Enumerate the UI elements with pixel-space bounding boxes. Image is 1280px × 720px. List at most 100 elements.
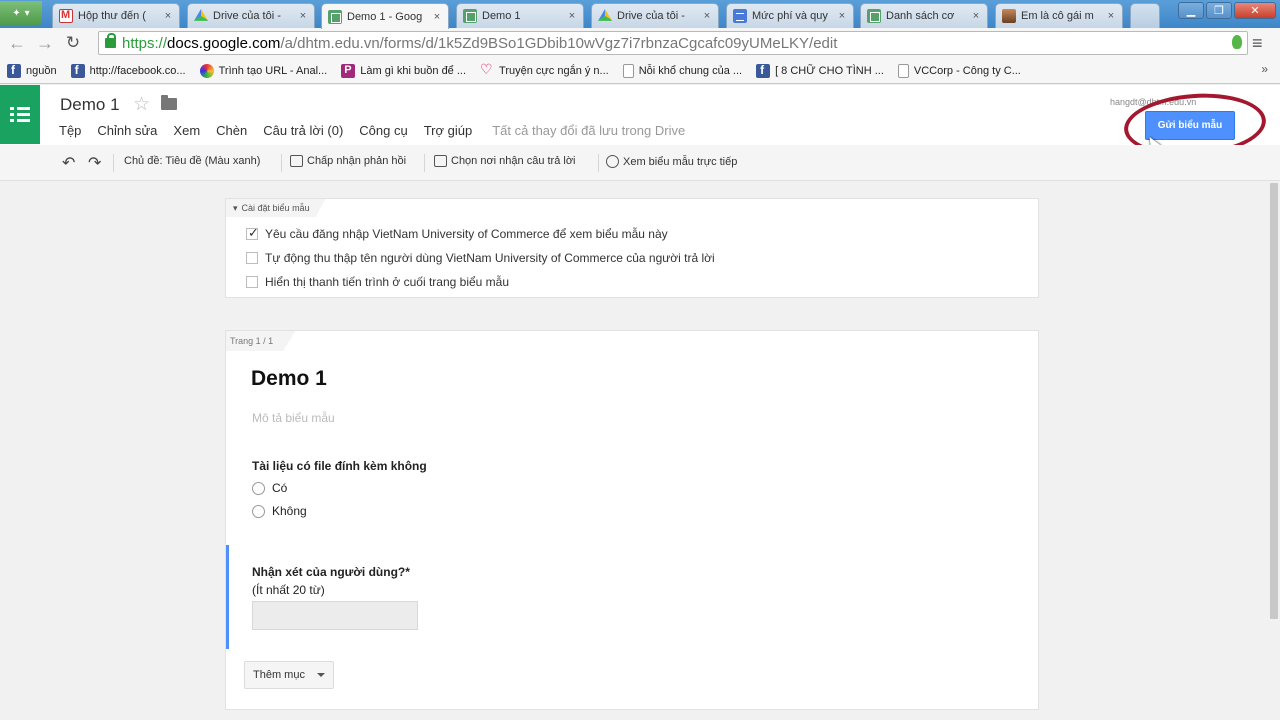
tab-title: Drive của tôi - <box>213 10 281 22</box>
tab-close-icon[interactable]: × <box>702 10 712 22</box>
document-title[interactable]: Demo 1 <box>60 95 120 115</box>
back-arrow-icon[interactable]: ← <box>3 29 31 57</box>
bookmarks-overflow-icon[interactable]: » <box>1261 62 1268 76</box>
bookmark-item[interactable]: VCCorp - Công ty C... <box>897 63 1021 78</box>
send-form-button[interactable]: Gửi biểu mẫu <box>1145 111 1235 140</box>
tab-close-icon[interactable]: × <box>837 10 847 22</box>
window-controls: ▁ ❐ ✕ <box>1178 2 1276 19</box>
menu-edit[interactable]: Chỉnh sửa <box>97 123 157 138</box>
facebook-icon <box>70 63 85 78</box>
form-title[interactable]: Demo 1 <box>251 367 327 391</box>
bookmark-item[interactable]: http://facebook.co... <box>70 63 186 78</box>
tab-demo[interactable]: Demo 1 × <box>456 3 584 28</box>
page-icon <box>897 63 909 78</box>
setting-require-login[interactable]: Yêu cầu đăng nhập VietNam University of … <box>246 225 668 241</box>
view-live-label: Xem biểu mẫu trực tiếp <box>623 155 738 168</box>
theme-button[interactable]: Chủ đề: Tiêu đề (Màu xanh) <box>124 155 260 167</box>
setting-label: Tự động thu thập tên người dùng VietNam … <box>265 251 715 265</box>
url-host: docs.google.com <box>167 34 281 52</box>
tab-close-icon[interactable]: × <box>567 10 577 22</box>
radio-option-yes[interactable]: Có <box>252 481 287 495</box>
tab-gmail[interactable]: Hộp thư đến ( × <box>52 3 180 28</box>
photo-icon <box>1002 9 1016 23</box>
bookmark-item[interactable]: Nỗi khổ chung của ... <box>622 63 742 78</box>
tab-docs[interactable]: Mức phí và quy × <box>726 3 854 28</box>
checkbox[interactable] <box>246 276 258 288</box>
reload-icon[interactable]: ↻ <box>59 29 87 57</box>
tab-close-icon[interactable]: × <box>1106 10 1116 22</box>
menu-bar: Tệp Chỉnh sửa Xem Chèn Câu trả lời (0) C… <box>59 123 685 138</box>
question-title-text: Nhận xét của người dùng? <box>252 565 406 579</box>
setting-progress-bar[interactable]: Hiển thị thanh tiến trình ở cuối trang b… <box>246 275 509 289</box>
tab-close-icon[interactable]: × <box>971 10 981 22</box>
setting-collect-username[interactable]: Tự động thu thập tên người dùng VietNam … <box>246 251 715 265</box>
answer-text-field[interactable] <box>252 601 418 630</box>
close-window-icon[interactable]: ✕ <box>1234 2 1276 19</box>
redo-icon[interactable]: ↷ <box>88 153 101 173</box>
bookmark-label: Trình tạo URL - Anal... <box>218 64 328 77</box>
view-live-form-button[interactable]: Xem biểu mẫu trực tiếp <box>606 155 737 168</box>
option-label: Không <box>272 504 307 518</box>
bookmarks-bar: nguồn http://facebook.co... Trình tạo UR… <box>0 58 1280 84</box>
bookmark-item[interactable]: Truyện cực ngắn ý n... <box>480 61 609 78</box>
drive-icon <box>194 9 208 21</box>
tab-drive-2[interactable]: Drive của tôi - × <box>591 3 719 28</box>
tab-title: Danh sách cơ <box>886 10 955 22</box>
browser-toolbar: ← → ↻ https://docs.google.com/a/dhtm.edu… <box>0 28 1280 58</box>
checkbox-checked[interactable] <box>246 225 259 241</box>
form-description-placeholder[interactable]: Mô tả biểu mẫu <box>252 411 335 425</box>
tab-forms-active[interactable]: Demo 1 - Goog × <box>321 3 449 29</box>
extension-icon[interactable] <box>1232 35 1242 49</box>
tab-close-icon[interactable]: × <box>163 10 173 22</box>
response-destination-button[interactable]: Chọn nơi nhận câu trả lời <box>434 155 576 167</box>
menu-tools[interactable]: Công cụ <box>359 123 407 138</box>
hamburger-menu-icon[interactable]: ≡ <box>1252 33 1263 54</box>
url-scheme: https:// <box>122 34 168 52</box>
add-item-button[interactable]: Thêm mục <box>244 661 334 689</box>
toolbar-divider <box>424 154 425 172</box>
radio-button[interactable] <box>252 504 265 518</box>
bookmark-item[interactable]: [ 8 CHỮ CHO TÌNH ... <box>756 63 884 78</box>
radio-button[interactable] <box>252 481 265 495</box>
tab-close-icon[interactable]: × <box>432 11 442 23</box>
forms-home-button[interactable] <box>0 85 40 144</box>
forms-header: Demo 1 ☆ Tệp Chỉnh sửa Xem Chèn Câu trả … <box>0 85 1280 145</box>
tab-title: Hộp thư đến ( <box>78 10 146 22</box>
tab-sheets[interactable]: Danh sách cơ × <box>860 3 988 28</box>
checkbox[interactable] <box>246 252 258 264</box>
bookmark-item[interactable]: Làm gì khi buồn để ... <box>341 63 466 78</box>
form-settings-toggle[interactable]: ▾ Cài đặt biểu mẫu <box>226 199 326 217</box>
tab-drive[interactable]: Drive của tôi - × <box>187 3 315 28</box>
upload-icon <box>290 155 303 167</box>
star-icon[interactable]: ☆ <box>133 93 150 116</box>
forward-arrow-icon[interactable]: → <box>31 29 59 57</box>
menu-file[interactable]: Tệp <box>59 123 81 138</box>
accept-responses-button[interactable]: Chấp nhận phản hồi <box>290 155 406 167</box>
tab-title: Demo 1 <box>482 10 521 22</box>
restore-icon[interactable]: ❐ <box>1206 2 1232 19</box>
bookmark-item[interactable]: Trình tạo URL - Anal... <box>199 63 328 78</box>
folder-icon[interactable] <box>161 95 177 110</box>
tab-close-icon[interactable]: × <box>298 10 308 22</box>
minimize-icon[interactable]: ▁ <box>1178 2 1204 19</box>
menu-help[interactable]: Trợ giúp <box>424 123 473 138</box>
user-email: hangdt@dhtm.edu.vn <box>1110 97 1197 107</box>
new-tab-button[interactable] <box>1130 3 1160 28</box>
menu-insert[interactable]: Chèn <box>216 123 247 138</box>
tab-photo[interactable]: Em là cô gái m × <box>995 3 1123 28</box>
undo-icon[interactable]: ↶ <box>62 153 75 173</box>
menu-view[interactable]: Xem <box>173 123 200 138</box>
add-item-label: Thêm mục <box>253 669 305 681</box>
chrome-app-menu-button[interactable]: ✦ ▾ <box>0 1 42 25</box>
toolbar-divider <box>598 154 599 172</box>
question-title[interactable]: Nhận xét của người dùng?* <box>252 565 410 579</box>
bookmark-item[interactable]: nguồn <box>7 63 57 78</box>
menu-responses[interactable]: Câu trả lời (0) <box>263 123 343 138</box>
radio-option-no[interactable]: Không <box>252 504 307 518</box>
address-bar[interactable]: https://docs.google.com/a/dhtm.edu.vn/fo… <box>98 31 1248 55</box>
question-title[interactable]: Tài liệu có file đính kèm không <box>252 459 427 473</box>
destination-label: Chọn nơi nhận câu trả lời <box>451 155 576 167</box>
apps-icon: ✦ <box>12 7 21 19</box>
bookmark-label: VCCorp - Công ty C... <box>913 64 1021 77</box>
scrollbar-thumb[interactable] <box>1270 183 1278 619</box>
